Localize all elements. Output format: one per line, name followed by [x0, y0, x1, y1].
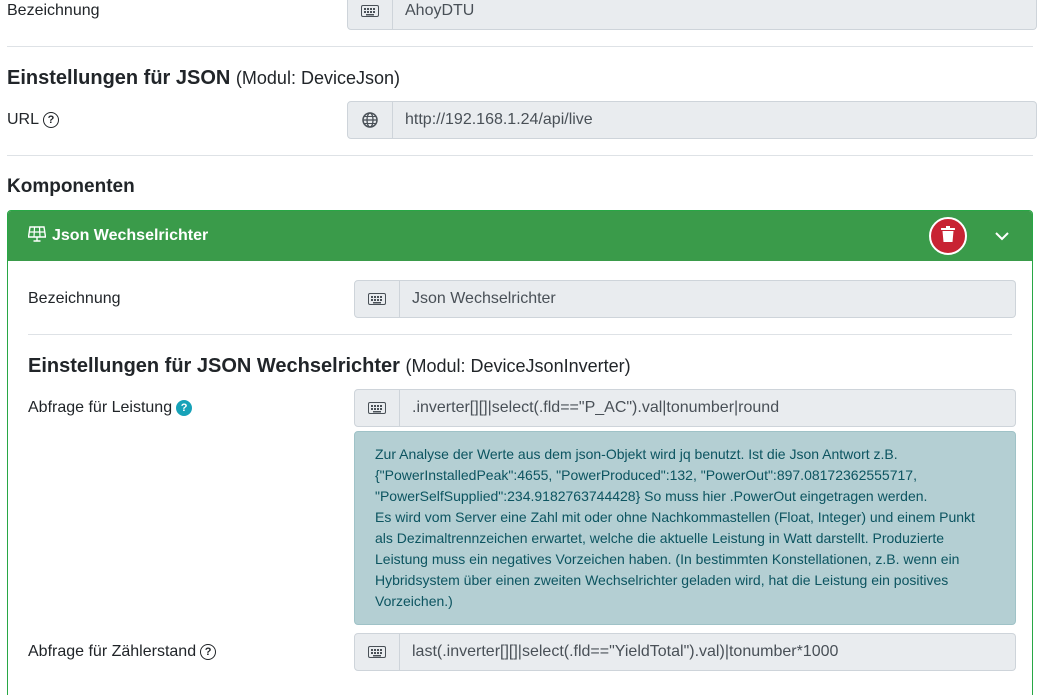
- meter-query-field[interactable]: last(.inverter[][]|select(.fld=="YieldTo…: [400, 633, 1016, 671]
- device-name-label: Bezeichnung: [7, 2, 100, 19]
- meter-query-input-group[interactable]: last(.inverter[][]|select(.fld=="YieldTo…: [354, 633, 1016, 671]
- keyboard-icon: [354, 389, 400, 427]
- url-label: URL ?: [7, 109, 60, 131]
- solar-panel-icon: [27, 225, 47, 247]
- help-line: Leistung muss ein negatives Vorzeichen h…: [375, 551, 960, 567]
- component-name-field[interactable]: Json Wechselrichter: [400, 280, 1016, 318]
- power-query-input-group[interactable]: .inverter[][]|select(.fld=="P_AC").val|t…: [354, 389, 1016, 427]
- question-circle-icon[interactable]: ?: [200, 644, 217, 660]
- components-title: Komponenten: [7, 176, 135, 197]
- divider: [7, 46, 1033, 47]
- help-line: {"PowerInstalledPeak":4655, "PowerProduc…: [375, 467, 917, 483]
- keyboard-icon: [347, 0, 393, 30]
- globe-icon: [347, 101, 393, 139]
- component-name-label: Bezeichnung: [28, 290, 121, 307]
- delete-component-button[interactable]: [929, 217, 967, 255]
- keyboard-icon: [354, 633, 400, 671]
- help-line: Vorzeichen.): [375, 593, 453, 609]
- device-name-input-group[interactable]: AhoyDTU: [347, 0, 1037, 30]
- json-settings-title: Einstellungen für JSON (Modul: DeviceJso…: [7, 67, 400, 89]
- url-field[interactable]: http://192.168.1.24/api/live: [393, 101, 1037, 139]
- help-line: "PowerSelfSupplied":234.9182763744428} S…: [375, 488, 928, 504]
- help-line: Zur Analyse der Werte aus dem json-Objek…: [375, 446, 898, 462]
- meter-query-label: Abfrage für Zählerstand ?: [28, 641, 217, 663]
- chevron-down-icon[interactable]: [993, 227, 1011, 245]
- card-title: Json Wechselrichter: [27, 225, 208, 247]
- divider: [28, 334, 1012, 335]
- url-input-group[interactable]: http://192.168.1.24/api/live: [347, 101, 1037, 139]
- device-name-field[interactable]: AhoyDTU: [393, 0, 1037, 30]
- power-query-label: Abfrage für Leistung ?: [28, 397, 193, 419]
- trash-icon: [941, 225, 955, 247]
- component-name-input-group[interactable]: Json Wechselrichter: [354, 280, 1016, 318]
- help-line: Hybridsystem über einen zweiten Wechselr…: [375, 572, 949, 588]
- help-line: Es wird vom Server eine Zahl mit oder oh…: [375, 509, 975, 525]
- help-line: als Dezimaltrennzeichen erwartet, welche…: [375, 530, 945, 546]
- power-query-field[interactable]: .inverter[][]|select(.fld=="P_AC").val|t…: [400, 389, 1016, 427]
- card-header[interactable]: Json Wechselrichter: [8, 211, 1032, 261]
- inverter-settings-title: Einstellungen für JSON Wechselrichter (M…: [28, 355, 631, 377]
- question-circle-icon[interactable]: ?: [176, 400, 193, 416]
- keyboard-icon: [354, 280, 400, 318]
- power-query-help-text: Zur Analyse der Werte aus dem json-Objek…: [354, 431, 1016, 625]
- divider: [7, 155, 1033, 156]
- question-circle-icon[interactable]: ?: [43, 112, 60, 128]
